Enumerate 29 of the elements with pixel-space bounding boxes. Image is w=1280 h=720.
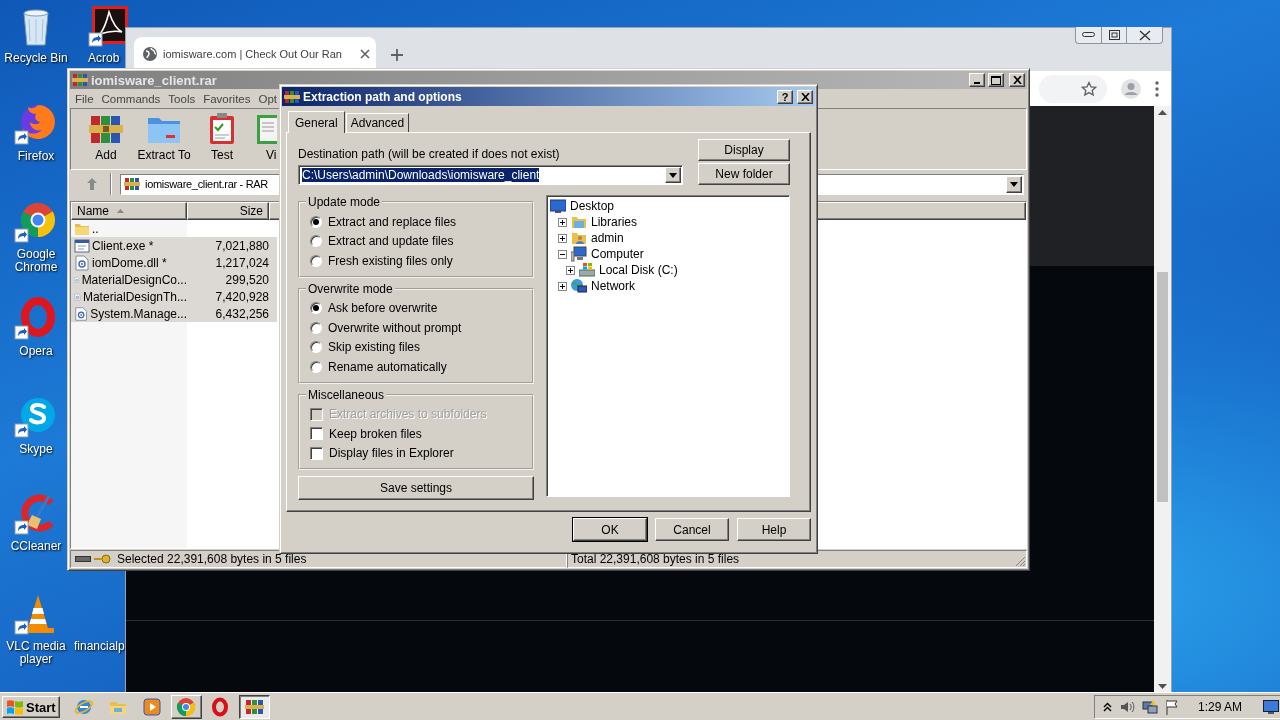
desktop-icon-label: Firefox (17, 150, 55, 163)
file-size: 1,217,024 (214, 255, 269, 270)
file-size: 6,432,256 (214, 306, 269, 321)
field-label: Destination path (will be created if does not exist) (298, 147, 561, 161)
group-title: Update mode (307, 195, 382, 209)
dialog-title: Extraction path and options (303, 89, 463, 104)
file-name: iomDome.dll * (92, 255, 167, 270)
desktop-icon-label: Skype (19, 443, 53, 456)
desktop-icon-label: Recycle Bin (4, 52, 68, 65)
desktop-icon-label: VLC media player (5, 640, 67, 666)
file-name: .. (92, 221, 99, 236)
path-text: C:\Users\admin\Downloads\iomisware_client (302, 168, 540, 182)
file-name: System.Manage... (90, 306, 187, 321)
desktop-icon-label: Acrob (88, 52, 120, 65)
file-name: Client.exe * (92, 238, 154, 253)
status-text: Selected 22,391,608 bytes in 5 files (117, 552, 307, 566)
file-name: MaterialDesignTh... (82, 289, 187, 304)
desktop-icon-label: CCleaner (10, 540, 62, 553)
desktop-icon-label: Google Chrome (13, 248, 59, 274)
desktop-icon-label: financialp (74, 640, 125, 653)
group-title: Miscellaneous (307, 387, 386, 402)
file-size: 7,021,880 (214, 238, 269, 253)
file-size: 299,520 (224, 272, 269, 287)
desktop-icon-label: Opera (19, 345, 53, 358)
file-name: MaterialDesignCo... (81, 272, 187, 287)
group-title: Overwrite mode (307, 281, 394, 296)
status-text: Total 22,391,608 bytes in 5 files (571, 552, 740, 566)
file-size: 7,420,928 (214, 289, 269, 304)
window-title: iomisware_client.rar (91, 72, 218, 88)
